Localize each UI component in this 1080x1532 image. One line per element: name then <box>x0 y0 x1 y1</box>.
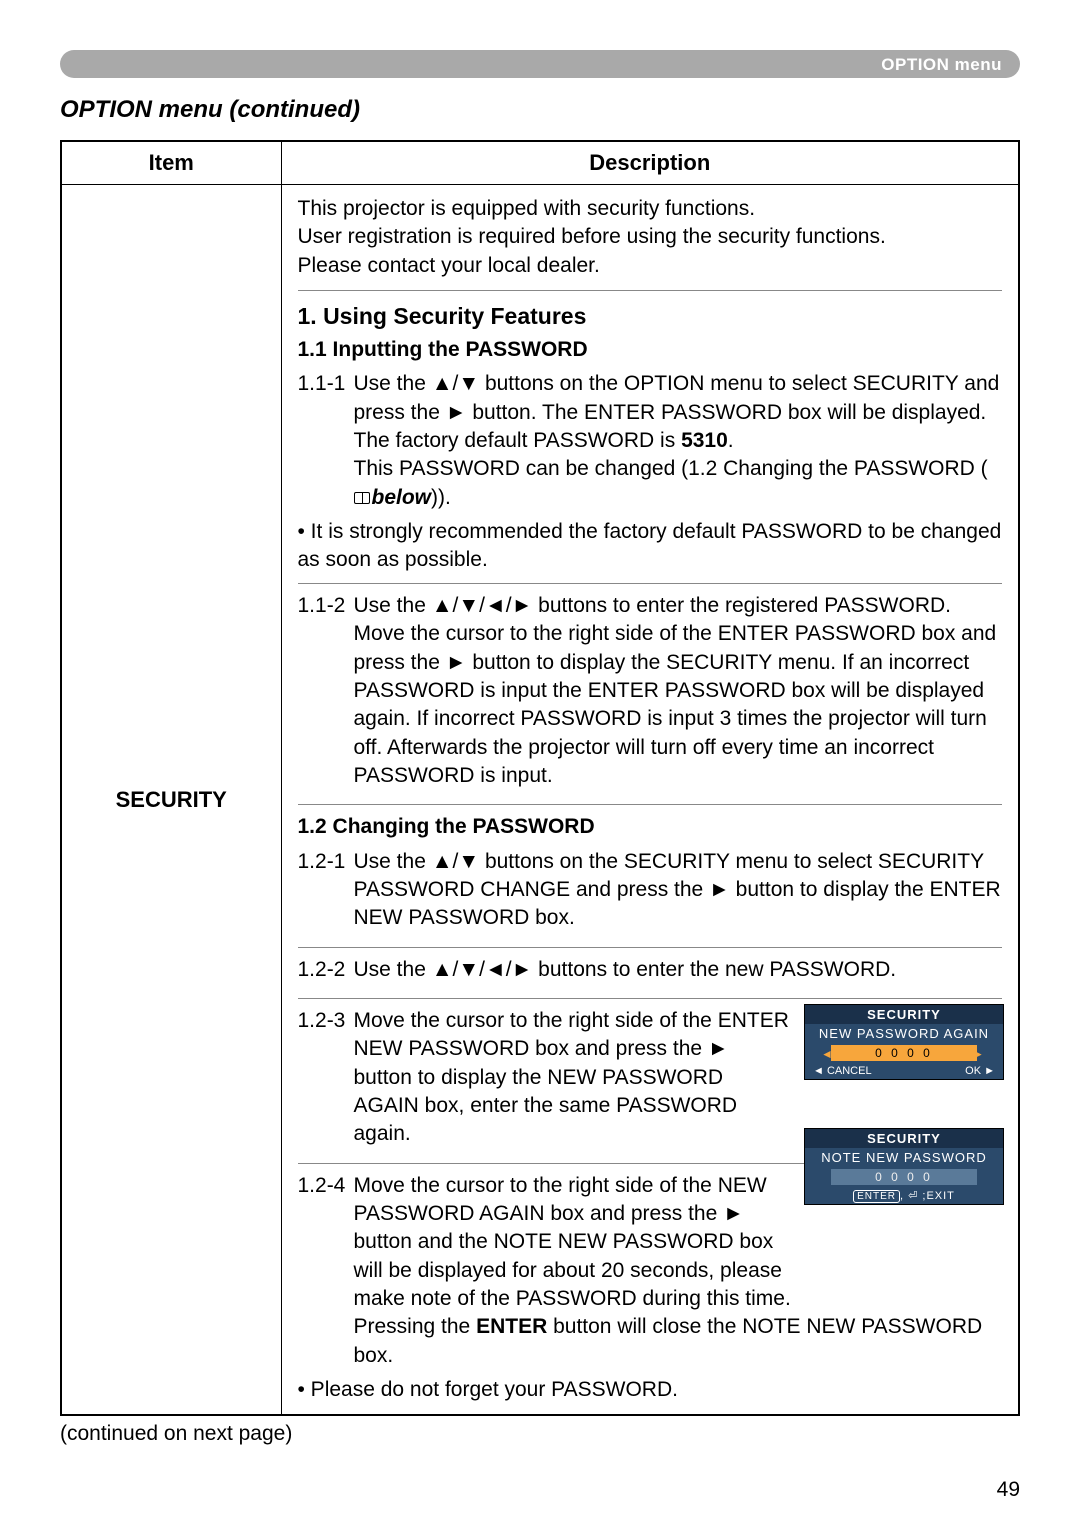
step-1-1-1-text-b-pre: The factory default PASSWORD is <box>354 429 682 452</box>
triangle-right-icon: ► <box>972 1047 987 1061</box>
page-number: 49 <box>997 1478 1020 1502</box>
dialog1-title: SECURITY <box>805 1005 1003 1024</box>
dialog1-ok: OK ► <box>965 1065 995 1077</box>
header-bar: OPTION menu <box>60 50 1020 78</box>
dialog1-footer: ◄ CANCEL OK ► <box>805 1063 1003 1079</box>
step-num-1-2-2: 1.2-2 <box>298 956 354 984</box>
step-1-1-1-text-c-end: )). <box>431 486 451 509</box>
step-num-1-2-1: 1.2-1 <box>298 848 354 933</box>
step-1-1-1-text-a: Use the ▲/▼ buttons on the OPTION menu t… <box>354 372 1000 423</box>
option-table: Item Description SECURITY This projector… <box>60 140 1020 1416</box>
continued-next-page: (continued on next page) <box>60 1422 1020 1446</box>
default-password-value: 5310 <box>681 429 728 452</box>
dialog2-title: SECURITY <box>805 1129 1003 1148</box>
intro-block: This projector is equipped with security… <box>298 195 1003 291</box>
step-1-2-4-block: 1.2-4 Move the cursor to the right side … <box>298 1172 1003 1405</box>
dialog1-subtitle: NEW PASSWORD AGAIN <box>805 1024 1003 1043</box>
col-header-description: Description <box>281 141 1019 185</box>
book-icon <box>354 492 370 504</box>
dialog-new-password-again: SECURITY NEW PASSWORD AGAIN ◄ 0 0 0 0 ► … <box>804 1004 1004 1080</box>
below-ref: below <box>372 486 432 509</box>
col-header-item: Item <box>61 141 281 185</box>
dialog2-subtitle: NOTE NEW PASSWORD <box>805 1148 1003 1167</box>
heading-changing-password: 1.2 Changing the PASSWORD <box>298 813 1003 841</box>
heading-using-security: 1. Using Security Features <box>298 301 1003 332</box>
intro-line-3: Please contact your local dealer. <box>298 252 1003 280</box>
dialog2-footer-rest: , ⏎ ;EXIT <box>900 1190 955 1202</box>
intro-line-2: User registration is required before usi… <box>298 223 1003 251</box>
step-1-2-2-block: 1.2-2 Use the ▲/▼/◄/► buttons to enter t… <box>298 956 1003 999</box>
dialog1-cancel: ◄ CANCEL <box>813 1065 872 1077</box>
step-num-1-2-4: 1.2-4 <box>298 1172 354 1370</box>
dialog1-digits-value: 0 0 0 0 <box>875 1046 933 1060</box>
enter-button-label: ENTER <box>476 1315 547 1338</box>
step-body-1-2-2: Use the ▲/▼/◄/► buttons to enter the new… <box>354 956 1003 984</box>
item-security: SECURITY <box>61 185 281 1416</box>
step-body-1-1-1: Use the ▲/▼ buttons on the OPTION menu t… <box>354 370 1003 512</box>
dialog1-digits: ◄ 0 0 0 0 ► <box>831 1045 977 1061</box>
dialog-note-new-password: SECURITY NOTE NEW PASSWORD 0 0 0 0 ENTER… <box>804 1128 1004 1205</box>
step-num-1-1-2: 1.1-2 <box>298 592 354 790</box>
dialog2-footer: ENTER, ⏎ ;EXIT <box>805 1187 1003 1204</box>
note-1-1-1: • It is strongly recommended the factory… <box>298 518 1003 575</box>
description-cell: This projector is equipped with security… <box>281 185 1019 1416</box>
step-body-1-1-2: Use the ▲/▼/◄/► buttons to enter the reg… <box>354 592 1003 790</box>
step-num-1-1-1: 1.1-1 <box>298 370 354 512</box>
enter-key-icon: ENTER <box>853 1190 900 1203</box>
note-1-2-4: • Please do not forget your PASSWORD. <box>298 1376 1003 1404</box>
triangle-left-icon: ◄ <box>821 1047 836 1061</box>
step-1-1-1-block: 1.1-1 Use the ▲/▼ buttons on the OPTION … <box>298 370 1003 583</box>
step-1-1-1-text-c: This PASSWORD can be changed (1.2 Changi… <box>354 457 988 480</box>
step-1-2-4-text-b-pre: Pressing the <box>354 1315 477 1338</box>
header-tab-label: OPTION menu <box>881 55 1002 75</box>
dialog2-digits: 0 0 0 0 <box>831 1169 977 1185</box>
step-num-1-2-3: 1.2-3 <box>298 1007 354 1149</box>
step-1-1-1-text-b-post: . <box>728 429 734 452</box>
intro-line-1: This projector is equipped with security… <box>298 195 1003 223</box>
step-1-1-2-block: 1.1-2 Use the ▲/▼/◄/► buttons to enter t… <box>298 592 1003 805</box>
section-title: OPTION menu (continued) <box>60 96 1020 124</box>
heading-inputting-password: 1.1 Inputting the PASSWORD <box>298 336 1003 364</box>
step-body-1-2-1: Use the ▲/▼ buttons on the SECURITY menu… <box>354 848 1003 933</box>
step-1-2-1-block: 1.2-1 Use the ▲/▼ buttons on the SECURIT… <box>298 848 1003 948</box>
